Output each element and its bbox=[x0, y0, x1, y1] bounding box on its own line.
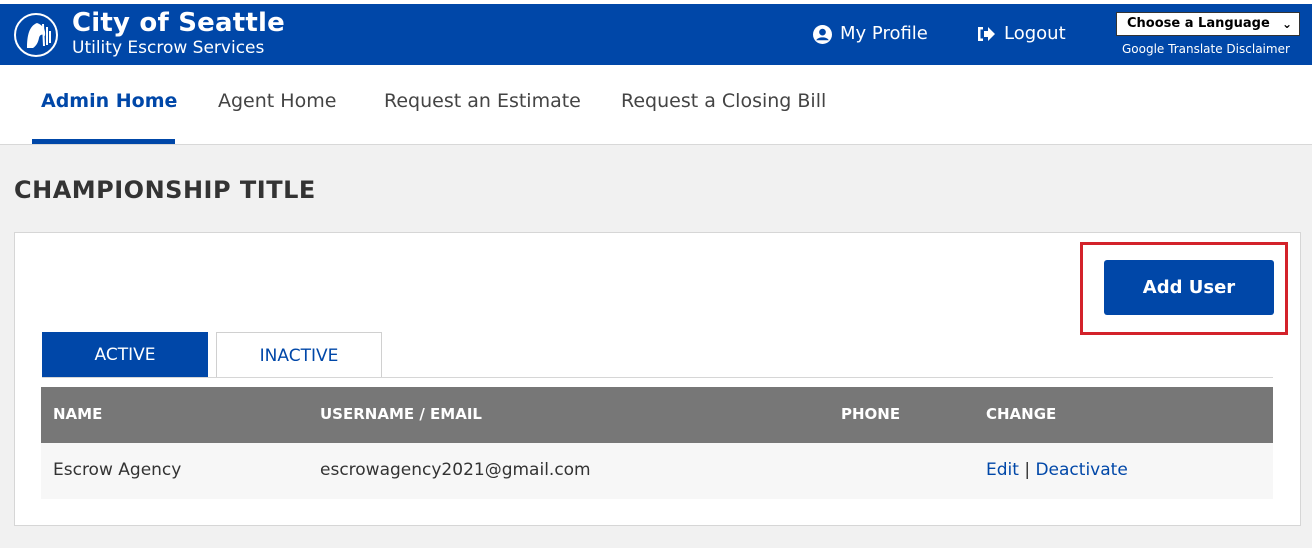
deactivate-link[interactable]: Deactivate bbox=[1035, 460, 1127, 480]
chevron-down-icon: ⌄ bbox=[1281, 17, 1292, 31]
header-bar: City of Seattle Utility Escrow Services … bbox=[0, 4, 1312, 65]
page-title: CHAMPIONSHIP TITLE bbox=[14, 176, 316, 204]
my-profile-link[interactable]: My Profile bbox=[813, 22, 928, 46]
nav-admin-home[interactable]: Admin Home bbox=[41, 89, 177, 113]
active-nav-indicator bbox=[32, 139, 175, 144]
logout-link[interactable]: Logout bbox=[976, 22, 1066, 46]
cell-name: Escrow Agency bbox=[53, 460, 182, 480]
my-profile-label: My Profile bbox=[840, 23, 928, 44]
column-header-phone: PHONE bbox=[841, 405, 901, 423]
logout-label: Logout bbox=[1004, 23, 1066, 44]
main-nav: Admin Home Agent Home Request an Estimat… bbox=[0, 65, 1312, 145]
edit-link[interactable]: Edit bbox=[986, 460, 1019, 480]
brand-title[interactable]: City of Seattle bbox=[72, 8, 285, 38]
tab-divider bbox=[42, 377, 1273, 378]
cell-change: Edit | Deactivate bbox=[986, 460, 1128, 480]
city-seal-icon[interactable] bbox=[13, 12, 59, 58]
cell-email: escrowagency2021@gmail.com bbox=[320, 460, 591, 480]
nav-request-closing-bill[interactable]: Request a Closing Bill bbox=[621, 89, 826, 113]
column-header-name: NAME bbox=[53, 405, 103, 423]
language-select-value: Choose a Language bbox=[1127, 16, 1270, 31]
nav-agent-home[interactable]: Agent Home bbox=[218, 89, 336, 113]
add-user-button[interactable]: Add User bbox=[1104, 260, 1274, 315]
translate-disclaimer-link[interactable]: Google Translate Disclaimer bbox=[1122, 41, 1290, 57]
column-header-change: CHANGE bbox=[986, 405, 1057, 423]
column-header-email: USERNAME / EMAIL bbox=[320, 405, 482, 423]
tab-active[interactable]: ACTIVE bbox=[42, 332, 208, 378]
link-separator: | bbox=[1024, 460, 1031, 480]
table-header: NAME USERNAME / EMAIL PHONE CHANGE bbox=[41, 387, 1273, 443]
tab-inactive[interactable]: INACTIVE bbox=[216, 332, 382, 378]
user-circle-icon bbox=[813, 24, 832, 44]
language-select[interactable]: Choose a Language ⌄ bbox=[1116, 12, 1300, 36]
nav-request-estimate[interactable]: Request an Estimate bbox=[384, 89, 581, 113]
sign-out-icon bbox=[978, 27, 995, 41]
brand-subtitle: Utility Escrow Services bbox=[72, 38, 265, 58]
table-row: Escrow Agency escrowagency2021@gmail.com… bbox=[41, 443, 1273, 499]
